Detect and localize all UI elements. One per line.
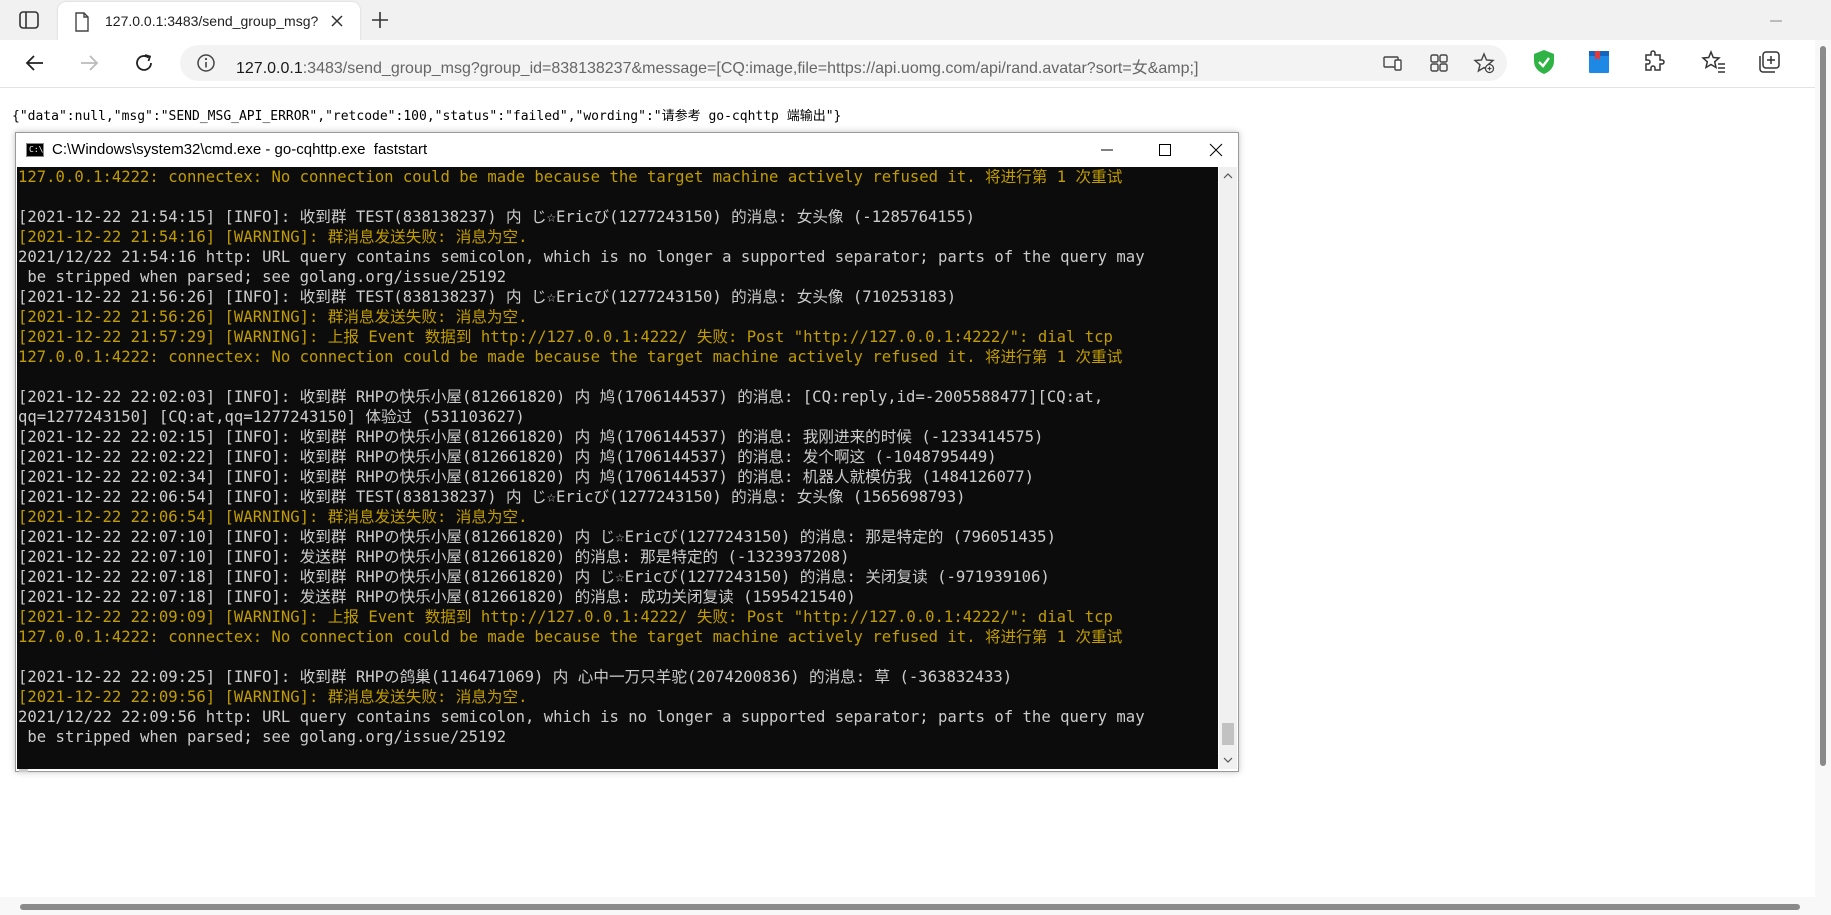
extensions-icon[interactable]	[1640, 48, 1668, 76]
console-line: [2021-12-22 22:09:56] [WARNING]: 群消息发送失败…	[18, 688, 528, 706]
console-cursor	[19, 769, 28, 772]
console-line: 127.0.0.1:4222: connectex: No connection…	[18, 348, 1123, 366]
cmd-titlebar[interactable]: C:\ C:\Windows\system32\cmd.exe - go-cqh…	[16, 133, 1238, 167]
page-horizontal-scrollbar[interactable]	[0, 897, 1815, 915]
console-line: [2021-12-22 21:56:26] [INFO]: 收到群 TEST(8…	[18, 288, 957, 306]
close-icon[interactable]	[1194, 133, 1238, 167]
address-bar[interactable]: 127.0.0.1:3483/send_group_msg?group_id=8…	[180, 45, 1507, 81]
apps-icon[interactable]	[1428, 52, 1450, 74]
url-text[interactable]: 127.0.0.1:3483/send_group_msg?group_id=8…	[236, 54, 1316, 78]
console-line: 127.0.0.1:4222: connectex: No connection…	[18, 628, 1123, 646]
sidebar-icon[interactable]	[18, 10, 42, 32]
close-icon[interactable]	[326, 10, 348, 32]
device-icon[interactable]	[1382, 52, 1404, 74]
console-line: [2021-12-22 22:02:22] [INFO]: 收到群 RHPの快乐…	[18, 448, 997, 466]
console-line: 2021/12/22 21:54:16 http: URL query cont…	[18, 248, 1145, 266]
console-line: [2021-12-22 21:54:15] [INFO]: 收到群 TEST(8…	[18, 208, 975, 226]
console-line: be stripped when parsed; see golang.org/…	[18, 728, 507, 746]
cmd-window-title: C:\Windows\system32\cmd.exe - go-cqhttp.…	[52, 141, 428, 158]
console-line: [2021-12-22 22:09:25] [INFO]: 收到群 RHPの鸽巢…	[18, 668, 1013, 686]
browser-tab[interactable]: 127.0.0.1:3483/send_group_msg?	[58, 2, 360, 40]
console-line: qq=1277243150] [CQ:at,qq=1277243150] 体验过…	[18, 408, 525, 426]
console-line: [2021-12-22 22:06:54] [INFO]: 收到群 TEST(8…	[18, 488, 966, 506]
cmd-app-icon: C:\	[26, 143, 44, 157]
scroll-up-icon[interactable]	[1219, 167, 1237, 185]
collections-icon[interactable]	[1755, 48, 1783, 76]
forward-icon	[76, 50, 102, 76]
console-line: [2021-12-22 21:56:26] [WARNING]: 群消息发送失败…	[18, 308, 528, 326]
console-output[interactable]: 127.0.0.1:4222: connectex: No connection…	[17, 167, 1218, 769]
console-line: [2021-12-22 22:07:18] [INFO]: 发送群 RHPの快乐…	[18, 588, 856, 606]
console-line: [2021-12-22 22:09:09] [WARNING]: 上报 Even…	[18, 608, 1113, 626]
favorites-icon[interactable]	[1700, 48, 1728, 76]
console-line: [2021-12-22 22:02:15] [INFO]: 收到群 RHPの快乐…	[18, 428, 1044, 446]
browser-toolbar: 127.0.0.1:3483/send_group_msg?group_id=8…	[0, 40, 1831, 88]
scroll-down-icon[interactable]	[1219, 751, 1237, 769]
maximize-icon[interactable]	[1136, 133, 1194, 167]
console-line: 2021/12/22 22:09:56 http: URL query cont…	[18, 708, 1145, 726]
console-line: [2021-12-22 22:02:03] [INFO]: 收到群 RHPの快乐…	[18, 388, 1104, 406]
refresh-icon[interactable]	[131, 50, 157, 76]
info-icon[interactable]	[196, 53, 216, 78]
page-horizontal-scroll-thumb[interactable]	[20, 904, 1800, 910]
shield-extension-icon[interactable]	[1530, 48, 1558, 76]
minimize-icon[interactable]	[1078, 133, 1136, 167]
cmd-app-icon-text: C:\	[29, 145, 44, 154]
plus-icon[interactable]	[368, 8, 392, 32]
add-favorite-icon[interactable]	[1473, 52, 1495, 74]
back-icon[interactable]	[22, 50, 48, 76]
page-icon	[74, 12, 90, 37]
console-line: [2021-12-22 22:07:18] [INFO]: 收到群 RHPの快乐…	[18, 568, 1050, 586]
console-line: be stripped when parsed; see golang.org/…	[18, 268, 507, 286]
cmd-scroll-thumb[interactable]	[1222, 723, 1234, 745]
cmd-scrollbar[interactable]	[1219, 167, 1237, 769]
console-line: 127.0.0.1:4222: connectex: No connection…	[18, 168, 1123, 186]
console-line: [2021-12-22 21:57:29] [WARNING]: 上报 Even…	[18, 328, 1113, 346]
tab-title: 127.0.0.1:3483/send_group_msg?	[105, 13, 319, 29]
console-line: [2021-12-22 22:07:10] [INFO]: 收到群 RHPの快乐…	[18, 528, 1056, 546]
console-line: [2021-12-22 21:54:16] [WARNING]: 群消息发送失败…	[18, 228, 528, 246]
console-line: [2021-12-22 22:02:34] [INFO]: 收到群 RHPの快乐…	[18, 468, 1034, 486]
page-vertical-scroll-thumb[interactable]	[1820, 46, 1826, 766]
cmd-window[interactable]: C:\ C:\Windows\system32\cmd.exe - go-cqh…	[15, 132, 1239, 772]
page-vertical-scrollbar[interactable]	[1815, 40, 1831, 915]
url-host: 127.0.0.1	[236, 60, 303, 77]
minimize-icon[interactable]	[1765, 10, 1787, 32]
console-line: [2021-12-22 22:07:10] [INFO]: 发送群 RHPの快乐…	[18, 548, 850, 566]
browser-tab-strip: 127.0.0.1:3483/send_group_msg?	[0, 0, 1831, 40]
url-path: :3483/send_group_msg?group_id=838138237&…	[302, 60, 1199, 77]
console-line: [2021-12-22 22:06:54] [WARNING]: 群消息发送失败…	[18, 508, 528, 526]
json-response-text: {"data":null,"msg":"SEND_MSG_API_ERROR",…	[12, 109, 842, 124]
bookmark-extension-icon[interactable]	[1585, 48, 1613, 76]
